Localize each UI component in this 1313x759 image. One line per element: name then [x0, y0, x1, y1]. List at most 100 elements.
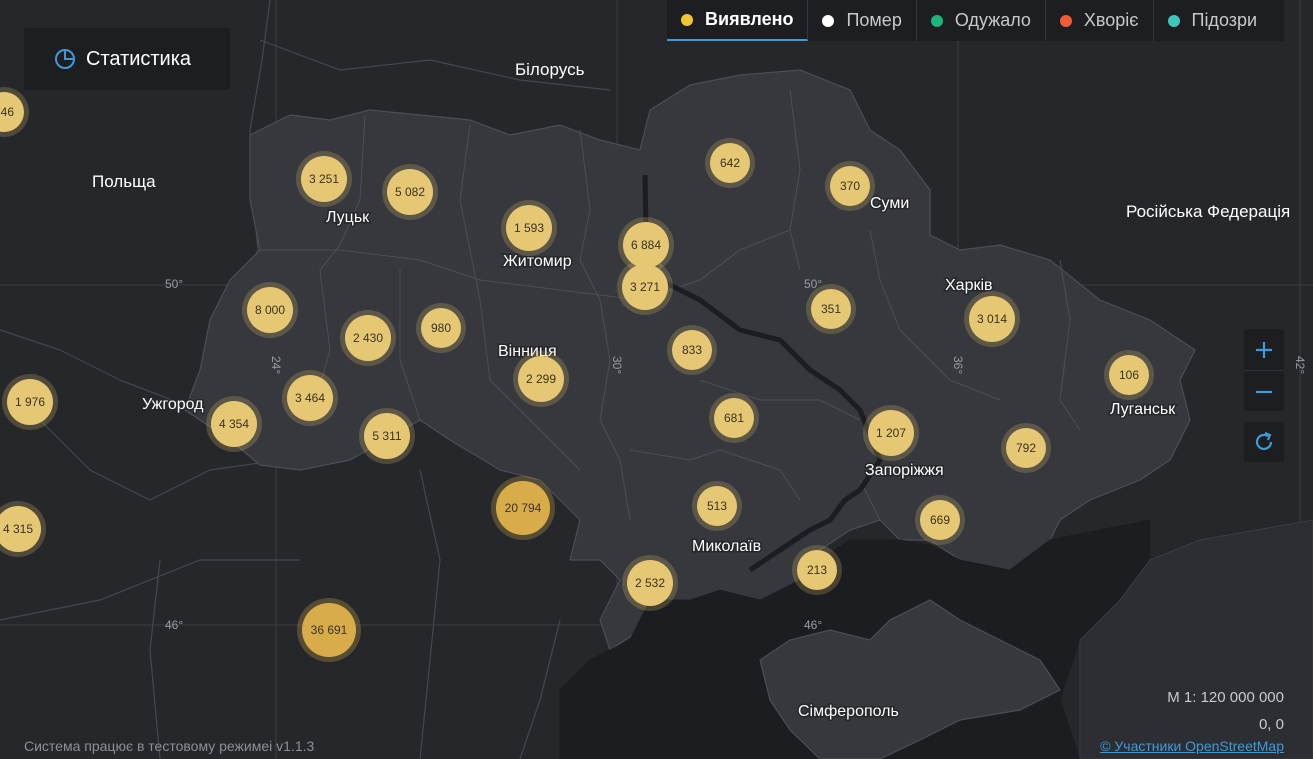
died-dot-icon [822, 14, 835, 27]
label-lutsk: Луцьк [326, 209, 370, 226]
legend-tab-died[interactable]: Помер [808, 0, 917, 41]
cluster-count: 20 794 [505, 501, 542, 515]
minus-icon [1256, 390, 1272, 393]
cluster-count: 3 464 [295, 391, 325, 405]
osm-attribution-link[interactable]: © Участники OpenStreetMap [1100, 738, 1284, 754]
cluster-count: 106 [1119, 368, 1139, 382]
cluster-marker[interactable]: 642 [705, 138, 755, 188]
cluster-count: 351 [821, 302, 841, 316]
zoom-out-button[interactable] [1244, 370, 1284, 412]
cluster-marker[interactable]: 20 794 [491, 476, 555, 540]
detected-dot-icon [681, 13, 693, 26]
legend-tab-label: Підозри [1191, 10, 1258, 30]
grid-label-lon42: 42° [1293, 356, 1307, 374]
cluster-count: 669 [930, 513, 950, 527]
test-mode-notice: Система працює в тестовому режимеі v1.1.… [24, 738, 315, 754]
cluster-count: 2 299 [526, 372, 556, 386]
label-zhytomyr: Житомир [503, 253, 572, 270]
cluster-count: 642 [720, 156, 740, 170]
grid-label-lat46-west: 46° [165, 618, 183, 632]
cluster-count: 6 884 [631, 238, 661, 252]
grid-label-lon30: 30° [610, 356, 624, 374]
cluster-count: 792 [1016, 441, 1036, 455]
cluster-marker[interactable]: 1 976 [2, 374, 58, 430]
legend-tab-sick[interactable]: Хворіє [1046, 0, 1154, 41]
suspected-dot-icon [1167, 14, 1180, 27]
zoom-in-button[interactable] [1244, 329, 1284, 370]
legend-tab-label: Виявлено [705, 9, 794, 29]
legend-tabs: Виявлено Помер Одужало Хворіє Підозри [667, 0, 1284, 41]
statistics-button[interactable]: Статистика [24, 28, 230, 90]
grid-label-lon36: 36° [951, 356, 965, 374]
legend-tab-suspected[interactable]: Підозри [1154, 0, 1272, 41]
label-simferopol: Сімферополь [798, 703, 899, 720]
cluster-count: 8 000 [255, 303, 285, 317]
cluster-marker[interactable]: 5 311 [359, 408, 415, 464]
statistics-button-label: Статистика [86, 47, 192, 70]
label-mykolaiv: Миколаїв [692, 538, 761, 555]
label-poland: Польща [92, 172, 156, 191]
cluster-marker[interactable]: 370 [825, 161, 875, 211]
cluster-marker[interactable]: 106 [1104, 350, 1154, 400]
cluster-count: 3 271 [630, 280, 660, 294]
grid-label-lat50-west: 50° [165, 277, 183, 291]
sick-dot-icon [1059, 14, 1072, 27]
cluster-count: 4 354 [219, 417, 249, 431]
cluster-count: 3 251 [309, 172, 339, 186]
cluster-count: 681 [724, 411, 744, 425]
cluster-marker[interactable]: 351 [806, 284, 856, 334]
cluster-count: 4 315 [3, 522, 33, 536]
cluster-marker[interactable]: 1 593 [501, 200, 557, 256]
cluster-count: 1 207 [876, 426, 906, 440]
pie-chart-icon [55, 49, 75, 69]
cluster-marker[interactable]: 213 [792, 545, 842, 595]
cluster-count: 5 311 [372, 429, 401, 443]
zoom-control [1244, 329, 1284, 411]
cluster-marker[interactable]: 3 014 [964, 291, 1020, 347]
cluster-count: 513 [707, 499, 727, 513]
legend-tab-label: Хворіє [1083, 10, 1139, 30]
cluster-marker[interactable]: 833 [667, 325, 717, 375]
cluster-marker[interactable]: 8 000 [242, 282, 298, 338]
map-canvas[interactable]: 50° 50° 46° 46° 24° 30° 36° 42° Білорусь… [0, 0, 1313, 759]
cluster-marker[interactable]: 2 430 [340, 310, 396, 366]
cluster-count: 746 [0, 105, 14, 119]
label-belarus: Білорусь [515, 60, 585, 79]
cluster-count: 2 430 [353, 331, 383, 345]
reset-view-button[interactable] [1244, 422, 1284, 462]
cluster-count: 36 691 [311, 623, 348, 637]
cluster-count: 1 976 [15, 395, 45, 409]
refresh-icon [1255, 431, 1273, 451]
cluster-marker[interactable]: 681 [709, 393, 759, 443]
plus-icon [1256, 341, 1272, 358]
label-luhansk: Луганськ [1110, 401, 1176, 418]
legend-tab-recovered[interactable]: Одужало [917, 0, 1046, 41]
map-scale: М 1: 120 000 000 [1167, 689, 1284, 706]
label-zaporizhzhia: Запоріжжя [865, 462, 944, 479]
cluster-count: 833 [682, 343, 702, 357]
label-kharkiv: Харків [945, 277, 993, 294]
cluster-marker[interactable]: 746 [0, 87, 29, 137]
legend-tab-detected[interactable]: Виявлено [667, 0, 809, 41]
label-sumy: Суми [870, 195, 909, 212]
cluster-marker[interactable]: 1 207 [863, 405, 919, 461]
legend-tab-label: Одужало [954, 10, 1031, 30]
cluster-marker[interactable]: 3 464 [282, 370, 338, 426]
cluster-marker[interactable]: 36 691 [297, 598, 361, 662]
cluster-marker[interactable]: 980 [416, 303, 466, 353]
cluster-count: 213 [807, 563, 827, 577]
grid-label-lon24: 24° [269, 356, 283, 374]
cluster-marker[interactable]: 792 [1001, 423, 1051, 473]
cluster-marker[interactable]: 513 [692, 481, 742, 531]
cluster-marker[interactable]: 4 354 [206, 396, 262, 452]
cluster-count: 3 014 [977, 312, 1007, 326]
cluster-marker[interactable]: 2 532 [622, 555, 678, 611]
cluster-marker[interactable]: 5 082 [382, 164, 438, 220]
cluster-marker[interactable]: 3 251 [296, 151, 352, 207]
cluster-count: 5 082 [395, 185, 425, 199]
cluster-marker[interactable]: 4 315 [0, 501, 46, 557]
cluster-marker[interactable]: 3 271 [617, 259, 673, 315]
grid-label-lat46-east: 46° [804, 618, 822, 632]
cluster-marker[interactable]: 669 [915, 495, 965, 545]
cluster-marker[interactable]: 2 299 [513, 351, 569, 407]
